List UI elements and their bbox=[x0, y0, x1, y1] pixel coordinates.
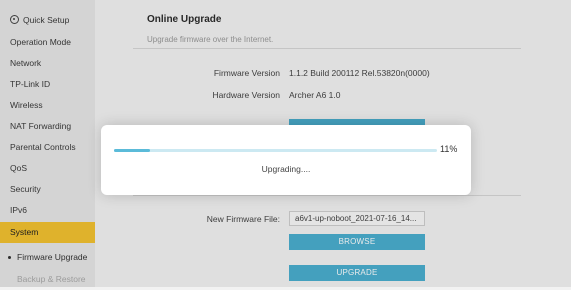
progress-fill bbox=[114, 149, 150, 152]
upgrade-progress-dialog: 11% Upgrading.... bbox=[101, 125, 471, 195]
progress-bar bbox=[114, 149, 437, 152]
progress-percent: 11% bbox=[440, 144, 458, 154]
upgrading-status: Upgrading.... bbox=[261, 164, 311, 174]
